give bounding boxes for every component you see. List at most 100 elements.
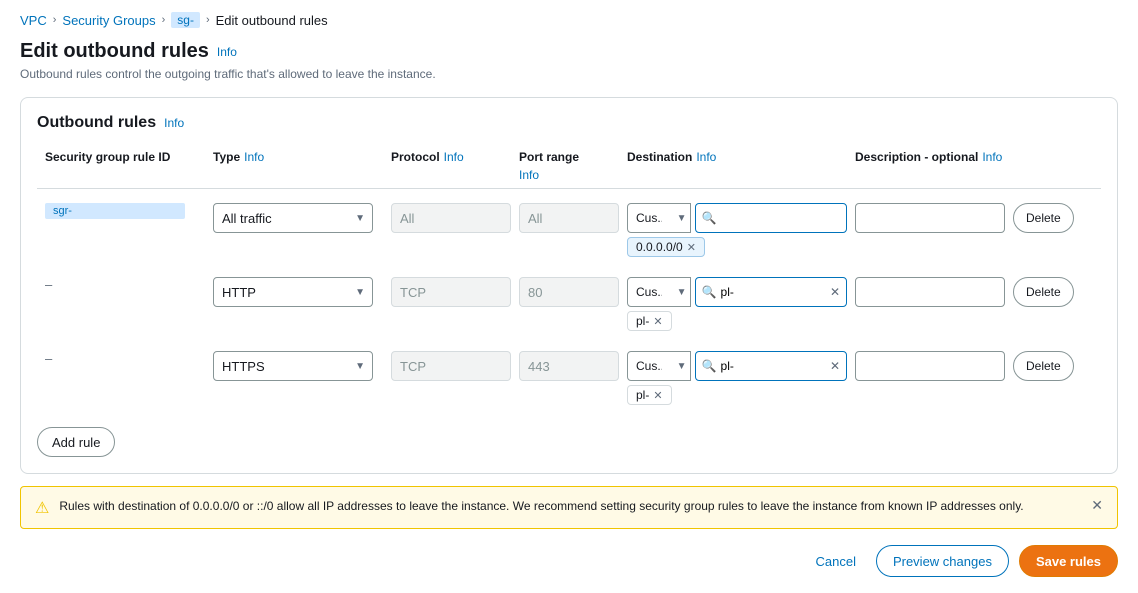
destination-cell-2: Cus... Anywhere-IPv4 Anywhere-IPv6 ▼ 🔍 ✕ [627, 277, 847, 331]
dest-select-1[interactable]: Cus... Anywhere-IPv4 Anywhere-IPv6 [627, 203, 691, 233]
dest-search-input-1[interactable] [721, 211, 840, 225]
cidr-chip-label-1: 0.0.0.0/0 [636, 240, 683, 254]
description-input-3[interactable] [855, 351, 1005, 381]
page-title-info-link[interactable]: Info [217, 45, 237, 59]
dest-select-wrapper-3: Cus... Anywhere-IPv4 Anywhere-IPv6 ▼ [627, 351, 691, 381]
cidr-chip-1: 0.0.0.0/0 ✕ [627, 237, 705, 257]
page-title-row: Edit outbound rules Info [20, 40, 1118, 63]
pl-chip-close-3[interactable]: ✕ [653, 389, 662, 402]
port-range-input-1 [519, 203, 619, 233]
warning-banner: ⚠ Rules with destination of 0.0.0.0/0 or… [20, 486, 1118, 529]
search-clear-3[interactable]: ✕ [830, 359, 840, 373]
search-icon-1: 🔍 [702, 211, 717, 225]
protocol-input-1 [391, 203, 511, 233]
type-cell-3: HTTPS All traffic All TCP HTTP ▼ [213, 351, 383, 381]
pl-chip-2: pl- ✕ [627, 311, 672, 331]
col-rule-id: Security group rule ID [45, 150, 205, 182]
col-description-info[interactable]: Info [982, 150, 1002, 164]
protocol-cell-3 [391, 351, 511, 381]
page-title: Edit outbound rules [20, 40, 209, 63]
description-input-1[interactable] [855, 203, 1005, 233]
col-destination: Destination Info [627, 150, 847, 182]
panel-title: Outbound rules [37, 114, 156, 132]
protocol-input-3 [391, 351, 511, 381]
preview-changes-button[interactable]: Preview changes [876, 545, 1009, 577]
cancel-button[interactable]: Cancel [805, 548, 865, 575]
type-select-3[interactable]: HTTPS All traffic All TCP HTTP [213, 351, 373, 381]
footer-actions: Cancel Preview changes Save rules [20, 545, 1118, 577]
col-destination-info[interactable]: Info [696, 150, 716, 164]
rule-id-cell-1: sgr- [45, 203, 205, 222]
port-range-input-2 [519, 277, 619, 307]
breadcrumb-vpc[interactable]: VPC [20, 13, 47, 28]
delete-button-2[interactable]: Delete [1013, 277, 1074, 307]
table-header: Security group rule ID Type Info Protoco… [37, 144, 1101, 189]
pl-chip-row-3: pl- ✕ [627, 385, 847, 405]
breadcrumb-security-groups[interactable]: Security Groups [62, 13, 155, 28]
type-select-1[interactable]: All traffic All TCP All UDP HTTP HTTPS [213, 203, 373, 233]
delete-button-3[interactable]: Delete [1013, 351, 1074, 381]
breadcrumb-sg-id[interactable]: sg- [171, 12, 200, 28]
rule-id-dash-3: – [45, 345, 52, 366]
type-select-2[interactable]: HTTP All traffic All TCP HTTPS [213, 277, 373, 307]
delete-cell-2: Delete [1013, 277, 1093, 307]
col-protocol: Protocol Info [391, 150, 511, 182]
col-type-info[interactable]: Info [244, 150, 264, 164]
dest-select-wrapper-1: Cus... Anywhere-IPv4 Anywhere-IPv6 ▼ [627, 203, 691, 233]
add-rule-button[interactable]: Add rule [37, 427, 115, 457]
col-protocol-info[interactable]: Info [444, 150, 464, 164]
port-range-cell-2 [519, 277, 619, 307]
description-cell-2 [855, 277, 1005, 307]
pl-chip-3: pl- ✕ [627, 385, 672, 405]
delete-cell-3: Delete [1013, 351, 1093, 381]
protocol-cell-2 [391, 277, 511, 307]
dest-select-wrapper-2: Cus... Anywhere-IPv4 Anywhere-IPv6 ▼ [627, 277, 691, 307]
pl-chip-label-2: pl- [636, 314, 649, 328]
rule-id-cell-3: – [45, 351, 205, 366]
col-type: Type Info [213, 150, 383, 182]
breadcrumb-current-page: Edit outbound rules [216, 13, 328, 28]
dest-select-3[interactable]: Cus... Anywhere-IPv4 Anywhere-IPv6 [627, 351, 691, 381]
destination-cell-1: Cus... Anywhere-IPv4 Anywhere-IPv6 ▼ 🔍 0… [627, 203, 847, 257]
port-range-cell-1 [519, 203, 619, 233]
panel-title-row: Outbound rules Info [37, 114, 1101, 132]
dest-row-1: Cus... Anywhere-IPv4 Anywhere-IPv6 ▼ 🔍 [627, 203, 847, 233]
type-select-wrapper-2: HTTP All traffic All TCP HTTPS ▼ [213, 277, 373, 307]
col-port-range: Port range Info [519, 150, 619, 182]
destination-cell-3: Cus... Anywhere-IPv4 Anywhere-IPv6 ▼ 🔍 ✕ [627, 351, 847, 405]
col-port-range-info[interactable]: Info [519, 168, 539, 182]
pl-chip-close-2[interactable]: ✕ [653, 315, 662, 328]
dest-row-2: Cus... Anywhere-IPv4 Anywhere-IPv6 ▼ 🔍 ✕ [627, 277, 847, 307]
breadcrumb-sep-3: › [206, 14, 210, 26]
search-icon-3: 🔍 [702, 359, 717, 373]
type-cell-1: All traffic All TCP All UDP HTTP HTTPS ▼ [213, 203, 383, 233]
page-subtitle: Outbound rules control the outgoing traf… [20, 67, 1118, 81]
description-cell-3 [855, 351, 1005, 381]
table-row: – HTTPS All traffic All TCP HTTP ▼ [37, 345, 1101, 411]
port-range-input-3 [519, 351, 619, 381]
description-input-2[interactable] [855, 277, 1005, 307]
breadcrumb-sep-1: › [53, 14, 57, 26]
dest-search-input-2[interactable] [721, 285, 826, 299]
type-select-wrapper-1: All traffic All TCP All UDP HTTP HTTPS ▼ [213, 203, 373, 233]
rule-id-value-1: sgr- [45, 203, 185, 219]
breadcrumb: VPC › Security Groups › sg- › Edit outbo… [20, 12, 1118, 28]
search-dest-wrapper-3: 🔍 ✕ [695, 351, 847, 381]
cidr-chip-close-1[interactable]: ✕ [687, 241, 696, 254]
type-select-wrapper-3: HTTPS All traffic All TCP HTTP ▼ [213, 351, 373, 381]
delete-button-1[interactable]: Delete [1013, 203, 1074, 233]
cidr-chip-row-1: 0.0.0.0/0 ✕ [627, 237, 847, 257]
dest-row-3: Cus... Anywhere-IPv4 Anywhere-IPv6 ▼ 🔍 ✕ [627, 351, 847, 381]
pl-chip-row-2: pl- ✕ [627, 311, 847, 331]
table-row: – HTTP All traffic All TCP HTTPS ▼ [37, 271, 1101, 337]
col-actions [1013, 150, 1093, 182]
warning-icon: ⚠ [35, 498, 49, 518]
search-clear-2[interactable]: ✕ [830, 285, 840, 299]
dest-search-input-3[interactable] [721, 359, 826, 373]
warning-close-button[interactable]: ✕ [1091, 497, 1103, 514]
pl-chip-label-3: pl- [636, 388, 649, 402]
dest-select-2[interactable]: Cus... Anywhere-IPv4 Anywhere-IPv6 [627, 277, 691, 307]
panel-info-link[interactable]: Info [164, 116, 184, 130]
save-rules-button[interactable]: Save rules [1019, 545, 1118, 577]
breadcrumb-sep-2: › [162, 14, 166, 26]
